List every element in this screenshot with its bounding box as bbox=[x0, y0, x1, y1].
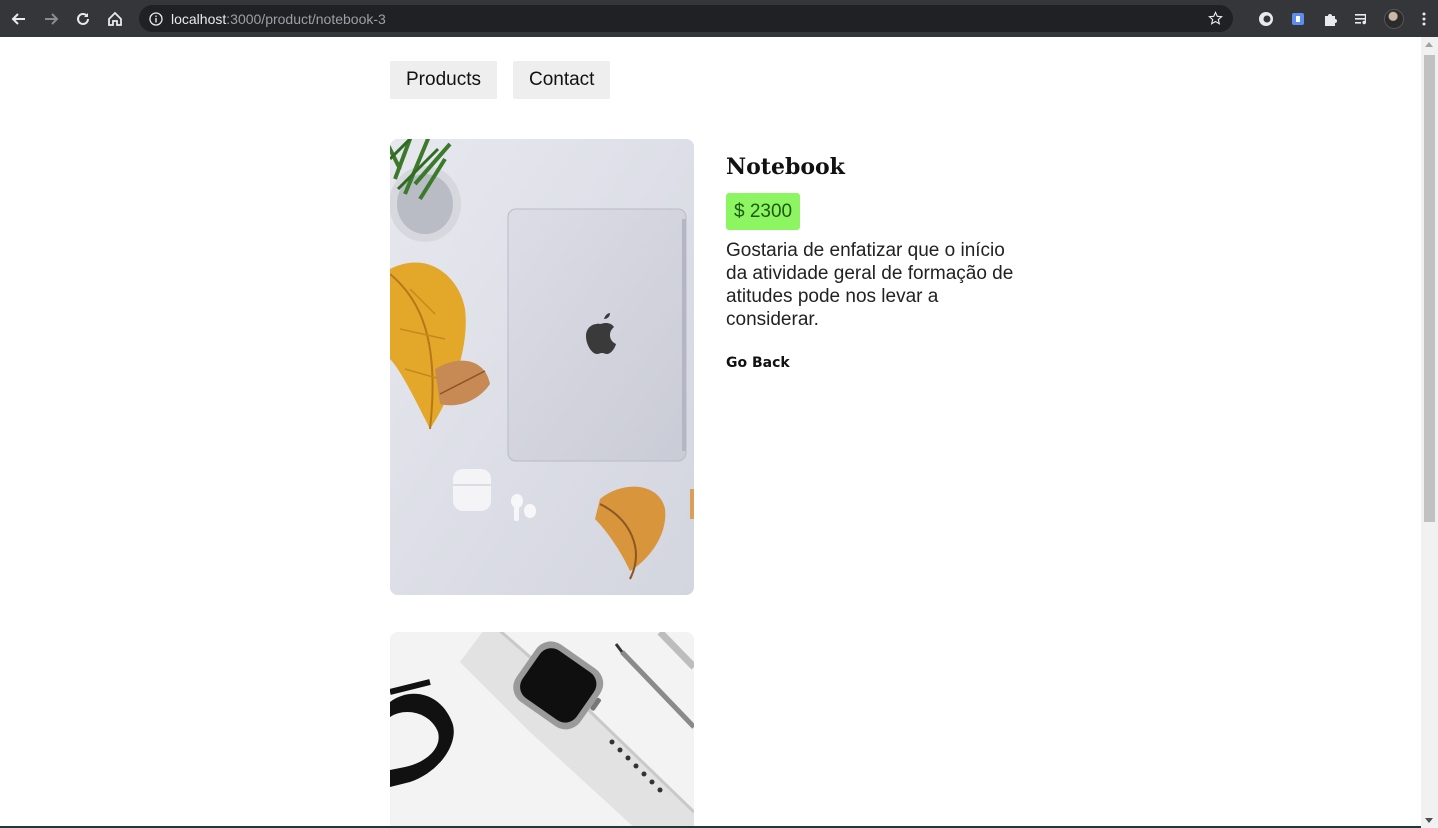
back-button[interactable] bbox=[3, 0, 35, 37]
menu-button[interactable] bbox=[1410, 0, 1438, 37]
forward-button[interactable] bbox=[35, 0, 67, 37]
scroll-thumb[interactable] bbox=[1424, 55, 1435, 522]
circle-g-icon bbox=[1259, 11, 1273, 26]
blue-extension-icon bbox=[1292, 12, 1304, 25]
forward-arrow-icon bbox=[45, 12, 59, 25]
top-nav: Products Contact bbox=[390, 61, 611, 99]
laptop-photo-illustration bbox=[390, 139, 694, 595]
extension-blue-button[interactable] bbox=[1282, 0, 1314, 37]
scroll-down-arrow-icon[interactable] bbox=[1425, 818, 1433, 823]
bookmark-star-icon[interactable] bbox=[1208, 11, 1223, 26]
url-path: :3000/product/notebook-3 bbox=[226, 10, 386, 27]
vertical-scrollbar[interactable] bbox=[1421, 37, 1438, 828]
browser-toolbar: localhost:3000/product/notebook-3 bbox=[0, 0, 1438, 37]
address-bar[interactable]: localhost:3000/product/notebook-3 bbox=[139, 5, 1233, 32]
watch-photo-illustration bbox=[390, 632, 694, 828]
extension-g-button[interactable] bbox=[1250, 0, 1282, 37]
home-icon bbox=[108, 11, 122, 26]
product-title: Notebook bbox=[726, 154, 845, 180]
puzzle-icon bbox=[1325, 13, 1337, 26]
reading-list-button[interactable] bbox=[1346, 0, 1378, 37]
scroll-up-arrow-icon[interactable] bbox=[1425, 42, 1433, 47]
price-badge: $ 2300 bbox=[726, 193, 801, 230]
reload-button[interactable] bbox=[67, 0, 99, 37]
kebab-menu-icon bbox=[1422, 12, 1426, 25]
url-text: localhost:3000/product/notebook-3 bbox=[171, 11, 386, 27]
nav-contact-link[interactable]: Contact bbox=[512, 61, 611, 99]
back-arrow-icon bbox=[11, 12, 25, 25]
profile-button[interactable] bbox=[1378, 0, 1410, 37]
extensions-button[interactable] bbox=[1314, 0, 1346, 37]
extensions-area bbox=[1250, 0, 1438, 37]
url-host: localhost bbox=[171, 10, 227, 27]
playlist-icon bbox=[1355, 13, 1366, 24]
reload-icon bbox=[77, 12, 89, 25]
go-back-link[interactable]: Go Back bbox=[726, 355, 790, 371]
related-product-image bbox=[390, 632, 694, 828]
info-icon[interactable] bbox=[149, 11, 163, 26]
product-image bbox=[390, 139, 694, 595]
home-button[interactable] bbox=[99, 0, 131, 37]
nav-products-link[interactable]: Products bbox=[390, 61, 497, 99]
product-description: Gostaria de enfatizar que o início da at… bbox=[726, 240, 1014, 330]
page-viewport: Products Contact Notebook $ 2300 Gostari… bbox=[0, 37, 1421, 828]
avatar bbox=[1384, 8, 1404, 29]
